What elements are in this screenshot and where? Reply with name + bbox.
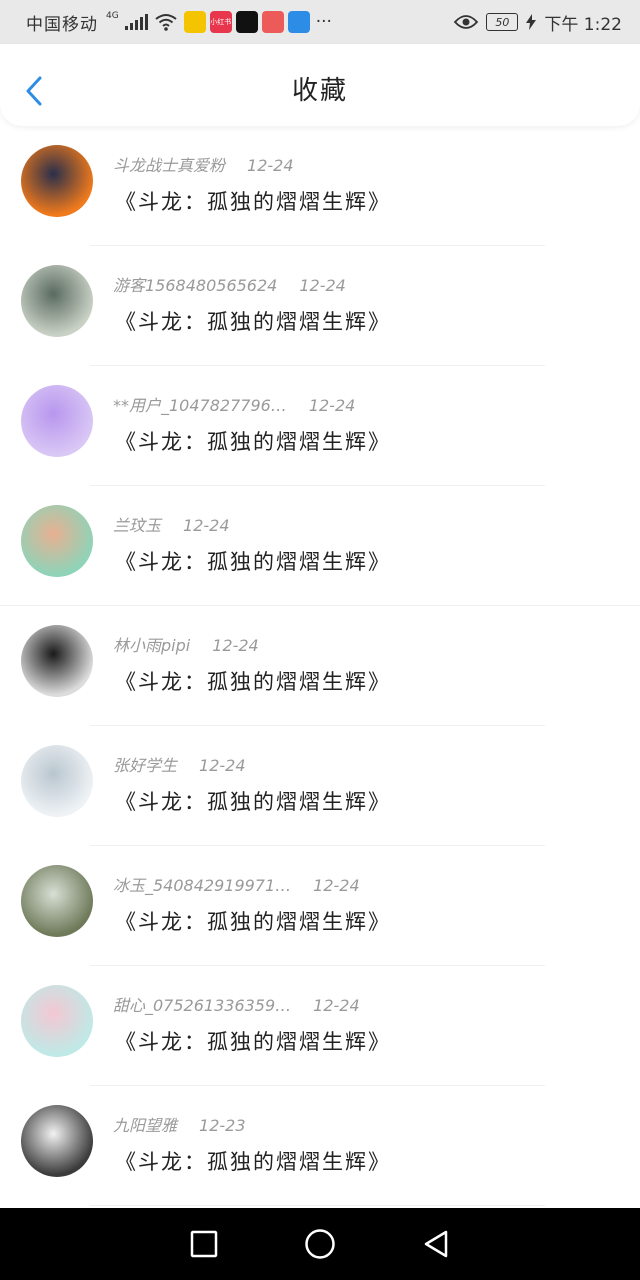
wifi-icon xyxy=(155,14,177,31)
item-date: 12-24 xyxy=(313,996,360,1015)
item-date: 12-24 xyxy=(308,396,356,415)
book-title[interactable]: 《斗龙：孤独的熠熠生辉》 xyxy=(115,906,391,936)
username[interactable]: 游客1568480565624 xyxy=(113,276,277,295)
item-date: 12-24 xyxy=(212,636,259,655)
list-item[interactable]: 游客1568480565624 12-24 《斗龙：孤独的熠熠生辉》 xyxy=(0,246,640,366)
status-right: 50 下午 1:22 xyxy=(454,10,622,35)
home-button[interactable] xyxy=(302,1226,338,1262)
favorites-list: 斗龙战士真爱粉 12-24 《斗龙：孤独的熠熠生辉》 游客1568480565624 1… xyxy=(0,126,640,1206)
square-icon xyxy=(190,1230,218,1258)
app-icon-red: 小红书 xyxy=(209,11,232,33)
book-title[interactable]: 《斗龙：孤独的熠熠生辉》 xyxy=(115,186,391,216)
app-notification-icons: 小红书 xyxy=(183,11,310,33)
item-date: 12-24 xyxy=(247,156,294,175)
username[interactable]: 九阳望雅 xyxy=(113,1116,177,1135)
list-item[interactable]: 林小雨pipi 12-24 《斗龙：孤独的熠熠生辉》 xyxy=(0,606,640,726)
username[interactable]: 甜心_075261336359… xyxy=(113,996,291,1015)
divider xyxy=(90,1205,545,1206)
avatar[interactable] xyxy=(21,625,93,697)
item-meta: 斗龙战士真爱粉 12-24 xyxy=(113,152,613,176)
eye-icon xyxy=(454,15,479,29)
book-title[interactable]: 《斗龙：孤独的熠熠生辉》 xyxy=(115,786,391,816)
list-item[interactable]: 张好学生 12-24 《斗龙：孤独的熠熠生辉》 xyxy=(0,726,640,846)
username[interactable]: 斗龙战士真爱粉 xyxy=(113,156,225,175)
avatar[interactable] xyxy=(21,145,93,217)
page-title: 收藏 xyxy=(291,76,348,106)
carrier-name: 中国移动 xyxy=(26,14,98,35)
app-icon-pink xyxy=(261,11,284,33)
triangle-back-icon xyxy=(424,1230,448,1258)
header: 收藏 xyxy=(0,44,640,126)
avatar[interactable] xyxy=(21,985,93,1057)
list-item[interactable]: 九阳望雅 12-23 《斗龙：孤独的熠熠生辉》 xyxy=(0,1086,640,1206)
item-meta: 甜心_075261336359… 12-24 xyxy=(113,992,613,1016)
charging-icon xyxy=(526,14,537,30)
app-icon-yellow xyxy=(183,11,206,33)
app-icon-tiktok xyxy=(235,11,258,33)
book-title[interactable]: 《斗龙：孤独的熠熠生辉》 xyxy=(115,426,391,456)
list-item[interactable]: 甜心_075261336359… 12-24 《斗龙：孤独的熠熠生辉》 xyxy=(0,966,640,1086)
item-meta: 张好学生 12-24 xyxy=(113,752,613,776)
list-item[interactable]: 斗龙战士真爱粉 12-24 《斗龙：孤独的熠熠生辉》 xyxy=(0,126,640,246)
book-title[interactable]: 《斗龙：孤独的熠熠生辉》 xyxy=(115,1026,391,1056)
item-date: 12-23 xyxy=(199,1116,246,1135)
more-notifications-icon: ··· xyxy=(315,12,332,32)
book-title[interactable]: 《斗龙：孤独的熠熠生辉》 xyxy=(115,666,391,696)
username[interactable]: 冰玉_540842919971… xyxy=(113,876,291,895)
avatar[interactable] xyxy=(21,745,93,817)
status-left: 中国移动 4G 小红书 ··· xyxy=(26,10,332,35)
username[interactable]: **用户_1047827796… xyxy=(113,396,287,415)
item-date: 12-24 xyxy=(183,516,230,535)
item-meta: 冰玉_540842919971… 12-24 xyxy=(113,872,613,896)
app-icon-blue xyxy=(287,11,310,33)
item-date: 12-24 xyxy=(299,276,346,295)
network-type: 4G xyxy=(106,11,119,21)
recent-apps-button[interactable] xyxy=(186,1226,222,1262)
avatar[interactable] xyxy=(21,385,93,457)
list-item[interactable]: **用户_1047827796… 12-24 《斗龙：孤独的熠熠生辉》 xyxy=(0,366,640,486)
back-button[interactable] xyxy=(418,1226,454,1262)
item-meta: 九阳望雅 12-23 xyxy=(113,1112,613,1136)
avatar[interactable] xyxy=(21,1105,93,1177)
clock: 下午 1:22 xyxy=(544,14,622,35)
status-bar: 中国移动 4G 小红书 ··· 50 下午 1:22 xyxy=(0,0,640,44)
book-title[interactable]: 《斗龙：孤独的熠熠生辉》 xyxy=(115,546,391,576)
list-item[interactable]: 冰玉_540842919971… 12-24 《斗龙：孤独的熠熠生辉》 xyxy=(0,846,640,966)
item-meta: 林小雨pipi 12-24 xyxy=(113,632,613,656)
circle-icon xyxy=(305,1229,335,1259)
username[interactable]: 兰玟玉 xyxy=(113,516,161,535)
item-date: 12-24 xyxy=(313,876,360,895)
battery-icon: 50 xyxy=(486,13,519,31)
avatar[interactable] xyxy=(21,505,93,577)
item-date: 12-24 xyxy=(199,756,246,775)
item-meta: 游客1568480565624 12-24 xyxy=(113,272,613,296)
item-meta: 兰玟玉 12-24 xyxy=(113,512,613,536)
avatar[interactable] xyxy=(21,865,93,937)
username[interactable]: 林小雨pipi xyxy=(113,636,190,655)
book-title[interactable]: 《斗龙：孤独的熠熠生辉》 xyxy=(115,306,391,336)
list-item[interactable]: 兰玟玉 12-24 《斗龙：孤独的熠熠生辉》 xyxy=(0,486,640,606)
item-meta: **用户_1047827796… 12-24 xyxy=(113,392,613,416)
avatar[interactable] xyxy=(21,265,93,337)
signal-icon xyxy=(124,14,148,30)
book-title[interactable]: 《斗龙：孤独的熠熠生辉》 xyxy=(115,1146,391,1176)
system-nav-bar xyxy=(0,1208,640,1280)
username[interactable]: 张好学生 xyxy=(113,756,177,775)
